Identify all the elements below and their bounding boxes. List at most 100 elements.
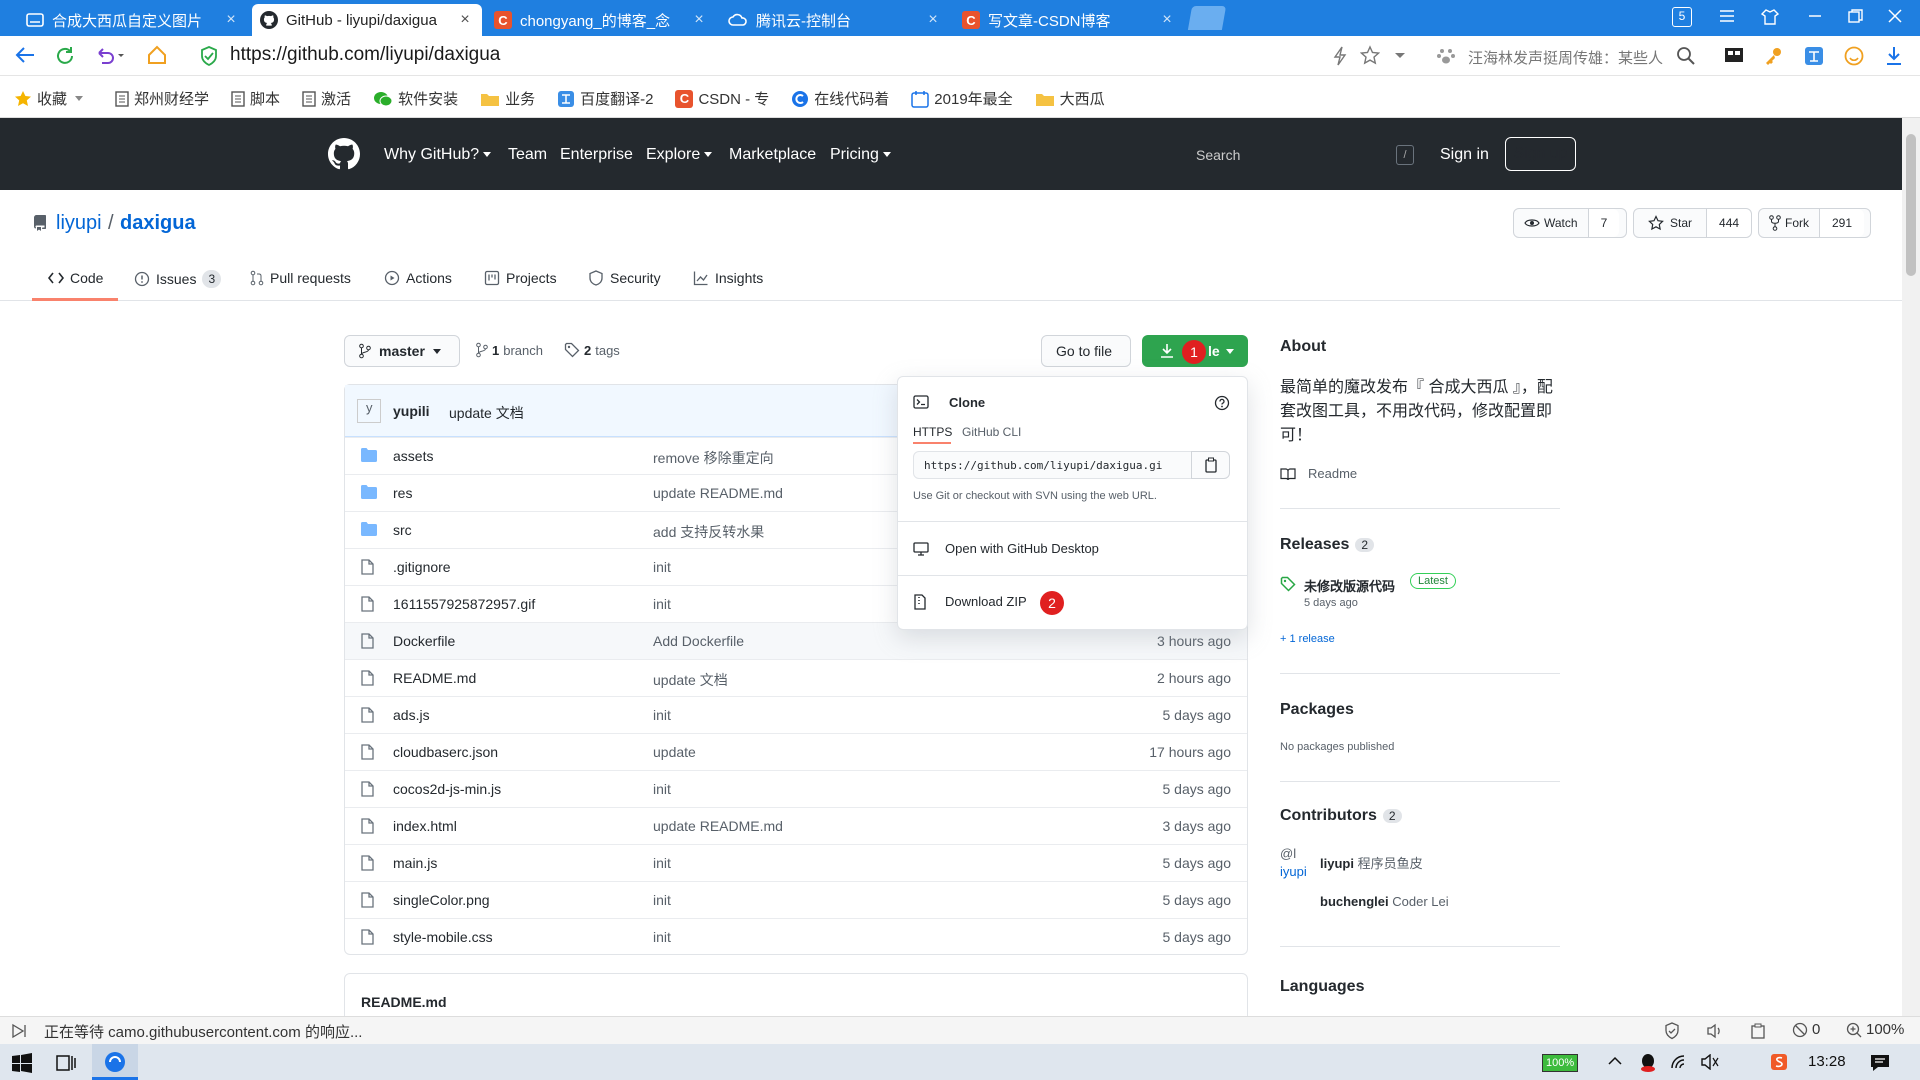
bookmark-favorites[interactable]: 收藏	[14, 88, 84, 109]
bookmark-item[interactable]: C CSDN - 专	[675, 88, 769, 109]
browser-tab[interactable]: C chongyang_的博客_念 ×	[486, 4, 716, 36]
commit-message[interactable]: update README.md	[653, 818, 783, 834]
nav-pricing[interactable]: Pricing	[830, 146, 891, 164]
tab-projects[interactable]: Projects	[484, 270, 557, 286]
restore-icon[interactable]	[1846, 8, 1864, 24]
browser-tab-active[interactable]: GitHub - liyupi/daxigua ×	[252, 4, 482, 36]
file-name[interactable]: main.js	[393, 855, 437, 871]
clone-url-input[interactable]: https://github.com/liyupi/daxigua.gi	[913, 451, 1193, 479]
file-name[interactable]: README.md	[393, 670, 476, 686]
ad-block-counter[interactable]: 0	[1792, 1021, 1820, 1038]
undo-icon[interactable]	[94, 45, 124, 65]
play-icon[interactable]	[10, 1023, 26, 1039]
translate-icon[interactable]	[1804, 46, 1824, 66]
nav-explore[interactable]: Explore	[646, 146, 713, 164]
close-tab-icon[interactable]: ×	[1158, 11, 1176, 29]
smiley-icon[interactable]	[1844, 46, 1864, 66]
ext-reader-icon[interactable]	[1724, 46, 1744, 64]
tags-link[interactable]: 2 tags	[564, 342, 620, 358]
close-window-icon[interactable]	[1886, 8, 1904, 24]
scrollbar-thumb[interactable]	[1906, 134, 1916, 276]
clipboard-icon[interactable]	[1750, 1023, 1766, 1039]
file-name[interactable]: res	[393, 485, 412, 501]
bookmark-item[interactable]: 百度翻译-2	[557, 88, 653, 109]
branch-selector[interactable]: master	[344, 335, 460, 367]
nav-marketplace[interactable]: Marketplace	[729, 146, 816, 164]
file-name[interactable]: src	[393, 522, 412, 538]
star-bookmark-icon[interactable]	[1360, 45, 1380, 65]
fork-count[interactable]: 291	[1820, 209, 1865, 237]
notification-icon[interactable]	[1870, 1054, 1890, 1072]
commit-message[interactable]: init	[653, 929, 671, 945]
bookmark-item[interactable]: 郑州财经学	[115, 88, 209, 109]
wifi-icon[interactable]	[1670, 1054, 1690, 1070]
commit-message[interactable]: init	[653, 559, 671, 575]
browser-tab[interactable]: C 写文章-CSDN博客 ×	[954, 4, 1184, 36]
lightning-icon[interactable]	[1332, 46, 1348, 66]
tab-github-cli[interactable]: GitHub CLI	[962, 425, 1021, 439]
commit-message[interactable]: init	[653, 855, 671, 871]
commit-message[interactable]: update	[653, 744, 696, 760]
file-name[interactable]: index.html	[393, 818, 457, 834]
nav-why-github[interactable]: Why GitHub?	[384, 146, 492, 164]
address-bar[interactable]: https://github.com/liyupi/daxigua	[230, 44, 500, 66]
bookmark-folder[interactable]: 业务	[480, 88, 535, 109]
file-name[interactable]: assets	[393, 448, 433, 464]
bookmark-item[interactable]: 激活	[302, 88, 351, 109]
bookmark-item[interactable]: 在线代码着	[791, 88, 889, 109]
release-name[interactable]: 未修改版源代码	[1304, 576, 1395, 595]
go-to-file-button[interactable]: Go to file	[1041, 335, 1131, 367]
back-icon[interactable]	[14, 45, 36, 65]
bookmark-item[interactable]: 脚本	[231, 88, 280, 109]
zoom-level[interactable]: 100%	[1846, 1021, 1904, 1038]
taskbar-clock[interactable]: 13:28	[1808, 1053, 1846, 1070]
more-releases-link[interactable]: + 1 release	[1280, 633, 1335, 645]
releases-title[interactable]: Releases 2	[1280, 536, 1375, 554]
chevron-down-icon[interactable]	[1394, 52, 1406, 60]
minimize-icon[interactable]	[1806, 8, 1824, 24]
key-icon[interactable]	[1764, 46, 1784, 66]
avatar[interactable]: @l iyupi	[1280, 845, 1316, 881]
bookmark-item[interactable]: 2019年最全	[911, 88, 1013, 109]
battery-indicator[interactable]: 100%	[1542, 1054, 1579, 1072]
commit-message[interactable]: update 文档	[653, 670, 728, 690]
readme-link[interactable]: Readme	[1280, 466, 1357, 481]
tab-issues[interactable]: Issues 3	[134, 270, 222, 288]
browser-tab[interactable]: 合成大西瓜自定义图片 ×	[18, 4, 248, 36]
search-input[interactable]: Search	[1184, 141, 1420, 169]
new-tab-button[interactable]	[1187, 6, 1227, 30]
watch-button[interactable]: Watch 7	[1513, 208, 1627, 238]
star-count[interactable]: 444	[1707, 209, 1752, 237]
tab-pull-requests[interactable]: Pull requests	[250, 270, 351, 286]
repo-name-link[interactable]: daxigua	[120, 212, 196, 235]
bookmark-folder[interactable]: 大西瓜	[1035, 88, 1105, 109]
commit-message[interactable]: init	[653, 892, 671, 908]
file-name[interactable]: Dockerfile	[393, 633, 455, 649]
shield-check-icon[interactable]	[1664, 1022, 1680, 1040]
window-count-badge[interactable]: 5	[1672, 7, 1692, 27]
commit-message[interactable]: add 支持反转水果	[653, 522, 764, 542]
help-icon[interactable]	[1214, 395, 1230, 411]
taskbar-browser-app[interactable]	[92, 1044, 138, 1080]
file-name[interactable]: style-mobile.css	[393, 929, 493, 945]
download-icon[interactable]	[1884, 45, 1904, 67]
commit-message[interactable]: init	[653, 596, 671, 612]
close-tab-icon[interactable]: ×	[456, 11, 474, 29]
branches-link[interactable]: 1 branch	[476, 342, 543, 358]
contributor-liyupi[interactable]: liyupi 程序员鱼皮	[1320, 853, 1423, 872]
close-tab-icon[interactable]: ×	[222, 11, 240, 29]
tab-actions[interactable]: Actions	[384, 270, 452, 286]
commit-author[interactable]: yupili	[393, 403, 430, 419]
chevron-up-icon[interactable]	[1608, 1056, 1622, 1066]
tab-code[interactable]: Code	[48, 270, 103, 286]
volume-icon[interactable]	[1700, 1054, 1720, 1070]
file-name[interactable]: 1611557925872957.gif	[393, 596, 535, 612]
github-logo-icon[interactable]	[328, 138, 360, 170]
commit-message[interactable]: update 文档	[449, 403, 524, 423]
browser-tab[interactable]: 腾讯云-控制台 ×	[720, 4, 950, 36]
avatar[interactable]: y	[357, 399, 381, 423]
file-name[interactable]: cocos2d-js-min.js	[393, 781, 501, 797]
task-view-icon[interactable]	[56, 1053, 76, 1073]
sign-in-link[interactable]: Sign in	[1440, 146, 1489, 164]
star-button[interactable]: Star 444	[1633, 208, 1752, 238]
